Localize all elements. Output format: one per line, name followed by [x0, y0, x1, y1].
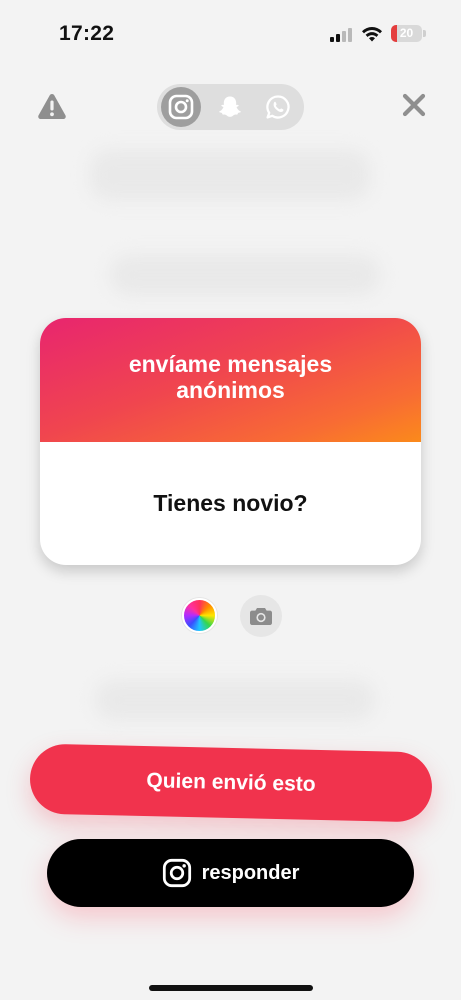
whatsapp-icon	[266, 95, 290, 119]
battery-level: 20	[399, 26, 414, 40]
reply-label: responder	[201, 861, 300, 884]
status-bar: 17:22 20	[0, 0, 461, 70]
home-indicator[interactable]	[149, 985, 313, 991]
snapchat-ghost-icon	[219, 96, 241, 117]
warning-triangle-icon[interactable]	[37, 92, 67, 120]
cellular-signal-icon	[330, 28, 354, 42]
battery-icon: 20	[391, 25, 422, 42]
anonymous-question-card: envíame mensajes anónimos Tienes novio?	[40, 318, 421, 565]
reply-button[interactable]: responder	[47, 839, 414, 907]
share-instagram-button[interactable]	[161, 87, 201, 127]
share-target-switcher	[157, 84, 304, 130]
status-time: 17:22	[59, 22, 115, 45]
background-blur-shape	[95, 680, 375, 720]
who-sent-this-button[interactable]: Quien envió esto	[29, 743, 433, 823]
camera-icon	[250, 608, 272, 625]
background-blur-shape	[90, 150, 370, 200]
share-whatsapp-button[interactable]	[258, 87, 298, 127]
instagram-icon	[162, 858, 191, 888]
camera-button[interactable]	[240, 595, 282, 637]
question-text: Tienes novio?	[153, 490, 308, 516]
color-wheel-icon[interactable]	[182, 598, 217, 633]
who-sent-this-label: Quien envió esto	[146, 769, 316, 796]
card-body: Tienes novio?	[40, 442, 421, 565]
share-snapchat-button[interactable]	[210, 87, 250, 127]
instagram-icon	[168, 94, 194, 120]
battery-cap	[423, 30, 426, 37]
card-title: envíame mensajes anónimos	[128, 351, 333, 403]
close-x-icon[interactable]	[400, 91, 428, 119]
card-header: envíame mensajes anónimos	[40, 318, 421, 442]
wifi-icon	[362, 26, 382, 42]
background-blur-shape	[110, 255, 380, 295]
